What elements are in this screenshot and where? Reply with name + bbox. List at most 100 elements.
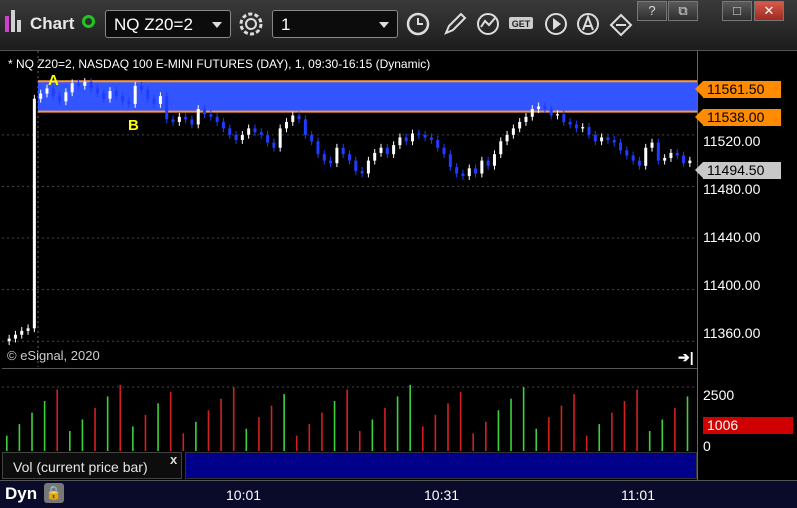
interval-select[interactable]: 1 — [272, 10, 398, 38]
volume-bar — [661, 419, 664, 451]
candle-body — [392, 145, 396, 155]
study-label: Vol (current price bar) — [13, 459, 148, 475]
jump-to-end-icon[interactable]: ➔| — [678, 349, 694, 366]
candle-body — [524, 116, 528, 122]
close-button[interactable]: ✕ — [754, 1, 784, 21]
candle-body — [562, 114, 566, 122]
volume-bar — [295, 435, 298, 451]
volume-bar — [434, 414, 437, 451]
volume-bar — [119, 384, 122, 451]
price-chart — [2, 51, 697, 367]
candle-body — [51, 88, 55, 97]
get-icon[interactable]: GET — [507, 9, 537, 39]
volume-chart — [2, 384, 697, 451]
maximize-button[interactable]: □ — [722, 1, 752, 21]
volume-bar — [31, 412, 33, 451]
volume-bar — [560, 405, 563, 451]
volume-bar — [157, 403, 159, 451]
copyright-text: © eSignal, 2020 — [7, 348, 100, 363]
volume-pane[interactable] — [2, 368, 697, 451]
candle-body — [650, 142, 654, 148]
price-pane[interactable] — [2, 51, 697, 367]
volume-bar — [674, 407, 676, 451]
volume-bar — [270, 405, 273, 451]
candle-body — [45, 88, 49, 94]
candle-body — [203, 109, 207, 115]
pencil-draw-icon[interactable] — [440, 9, 470, 39]
candle-body — [467, 168, 471, 177]
dyn-button[interactable]: Dyn — [5, 484, 37, 504]
chart-logo-icon[interactable] — [4, 8, 26, 34]
price-tick: 11360.00 — [703, 325, 761, 341]
candle-body — [474, 168, 478, 174]
volume-bar — [43, 401, 46, 451]
chart-window: Chart NQ Z20=2 1 GET ? ⧉ □ ✕ * NQ Z20=2,… — [0, 0, 797, 508]
candle-body — [543, 106, 547, 110]
candle-body — [549, 109, 553, 116]
settings-gear-icon[interactable] — [236, 9, 266, 39]
volume-bar — [232, 387, 235, 451]
candle-body — [316, 141, 320, 155]
volume-bar — [447, 403, 449, 451]
candle-body — [669, 152, 673, 159]
chevron-down-icon[interactable] — [379, 22, 389, 28]
volume-bar — [535, 428, 538, 451]
candle-body — [429, 137, 433, 140]
study-label-box[interactable]: Vol (current price bar) — [2, 452, 182, 479]
volume-bar — [611, 412, 613, 451]
candle-body — [95, 88, 99, 94]
candle-body — [228, 128, 232, 135]
candle-body — [348, 154, 351, 161]
time-label: 11:01 — [621, 487, 655, 503]
play-icon[interactable] — [541, 9, 571, 39]
candle-body — [568, 121, 572, 125]
candle-body — [133, 85, 137, 104]
study-close-icon[interactable]: x — [170, 452, 177, 467]
candle-body — [221, 121, 225, 129]
volume-bar — [56, 389, 59, 451]
chart-title: Chart — [30, 14, 75, 33]
candle-body — [587, 127, 591, 135]
candle-body — [581, 127, 585, 129]
candle-body — [436, 139, 440, 148]
clock-icon[interactable] — [403, 9, 433, 39]
lock-icon[interactable]: 🔒 — [44, 483, 64, 503]
candle-body — [411, 133, 415, 142]
candle-body — [102, 93, 106, 99]
svg-text:GET: GET — [512, 19, 531, 29]
chevron-down-icon[interactable] — [212, 22, 222, 28]
alert-icon[interactable] — [573, 9, 603, 39]
candle-body — [612, 139, 616, 143]
candle-body — [442, 147, 446, 155]
candle-body — [171, 119, 175, 122]
candle-body — [505, 134, 509, 142]
toolbar: Chart NQ Z20=2 1 GET ? ⧉ □ ✕ — [0, 0, 797, 51]
study-bar — [185, 452, 697, 479]
candle-body — [555, 114, 559, 116]
cursor-icon[interactable] — [606, 9, 636, 39]
candle-body — [7, 338, 11, 342]
help-button[interactable]: ? — [637, 1, 667, 21]
volume-bar — [195, 421, 197, 451]
symbol-input[interactable]: NQ Z20=2 — [105, 10, 231, 38]
link-icon[interactable] — [82, 15, 95, 28]
candle-body — [114, 90, 118, 97]
candle-body — [688, 160, 692, 164]
volume-bar — [321, 412, 323, 451]
last-price-tag: 11494.50 — [695, 162, 781, 179]
restore-button[interactable]: ⧉ — [668, 1, 698, 21]
candle-body — [574, 124, 578, 129]
volume-tick: 0 — [703, 438, 711, 454]
volume-bar — [94, 407, 96, 451]
label-a: A — [48, 72, 59, 89]
candle-body — [373, 152, 377, 161]
candle-body — [247, 128, 251, 135]
volume-bar — [623, 401, 626, 451]
price-tick: 11400.00 — [703, 277, 761, 293]
time-label: 10:31 — [424, 487, 460, 503]
candle-body — [637, 160, 641, 166]
candle-body — [89, 81, 93, 89]
indicator-icon[interactable] — [473, 9, 503, 39]
time-axis[interactable] — [0, 480, 797, 508]
volume-bar — [686, 396, 689, 451]
